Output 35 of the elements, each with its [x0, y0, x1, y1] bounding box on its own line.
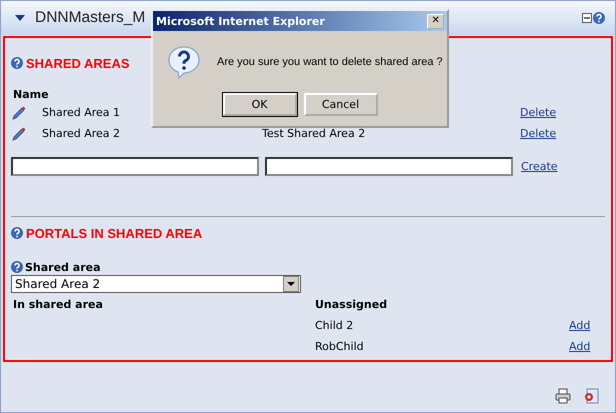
- ok-button[interactable]: OK: [222, 93, 296, 116]
- pencil-icon[interactable]: [12, 106, 26, 120]
- help-icon[interactable]: [593, 12, 605, 24]
- column-header: In shared area: [12, 298, 104, 311]
- printer-icon[interactable]: [555, 388, 571, 404]
- add-link[interactable]: Add: [569, 319, 590, 332]
- help-icon[interactable]: [11, 57, 23, 69]
- section-heading: PORTALS IN SHARED AREA: [26, 226, 202, 240]
- cancel-button[interactable]: Cancel: [304, 93, 378, 116]
- area-description: Test Shared Area 2: [262, 127, 366, 140]
- description-input[interactable]: [265, 157, 513, 176]
- portal-name: RobChild: [315, 340, 365, 353]
- delete-link[interactable]: Delete: [520, 127, 556, 140]
- column-header: Unassigned: [315, 298, 388, 311]
- name-input[interactable]: [11, 157, 259, 176]
- collapse-icon[interactable]: [15, 15, 25, 21]
- field-label: Shared area: [25, 260, 100, 274]
- close-button[interactable]: ✕: [427, 14, 444, 28]
- minimize-icon[interactable]: [582, 13, 592, 23]
- question-bubble-icon: [167, 45, 201, 79]
- pencil-icon[interactable]: [12, 126, 26, 140]
- area-name: Shared Area 1: [42, 106, 120, 119]
- shared-area-select[interactable]: Shared Area 2: [11, 275, 301, 293]
- help-icon[interactable]: [11, 227, 23, 239]
- portal-name: Child 2: [315, 319, 354, 332]
- add-link[interactable]: Add: [569, 340, 590, 353]
- help-icon[interactable]: [11, 261, 23, 273]
- section-heading: SHARED AREAS: [26, 56, 130, 70]
- area-name: Shared Area 2: [42, 127, 120, 140]
- column-header: Name: [12, 88, 50, 102]
- delete-link[interactable]: Delete: [520, 106, 556, 119]
- module-title: DNNMasters_M: [35, 9, 146, 27]
- dialog-message: Are you sure you want to delete shared area ?: [217, 56, 443, 68]
- dialog-title: Microsoft Internet Explorer: [156, 14, 325, 28]
- create-link[interactable]: Create: [521, 160, 558, 173]
